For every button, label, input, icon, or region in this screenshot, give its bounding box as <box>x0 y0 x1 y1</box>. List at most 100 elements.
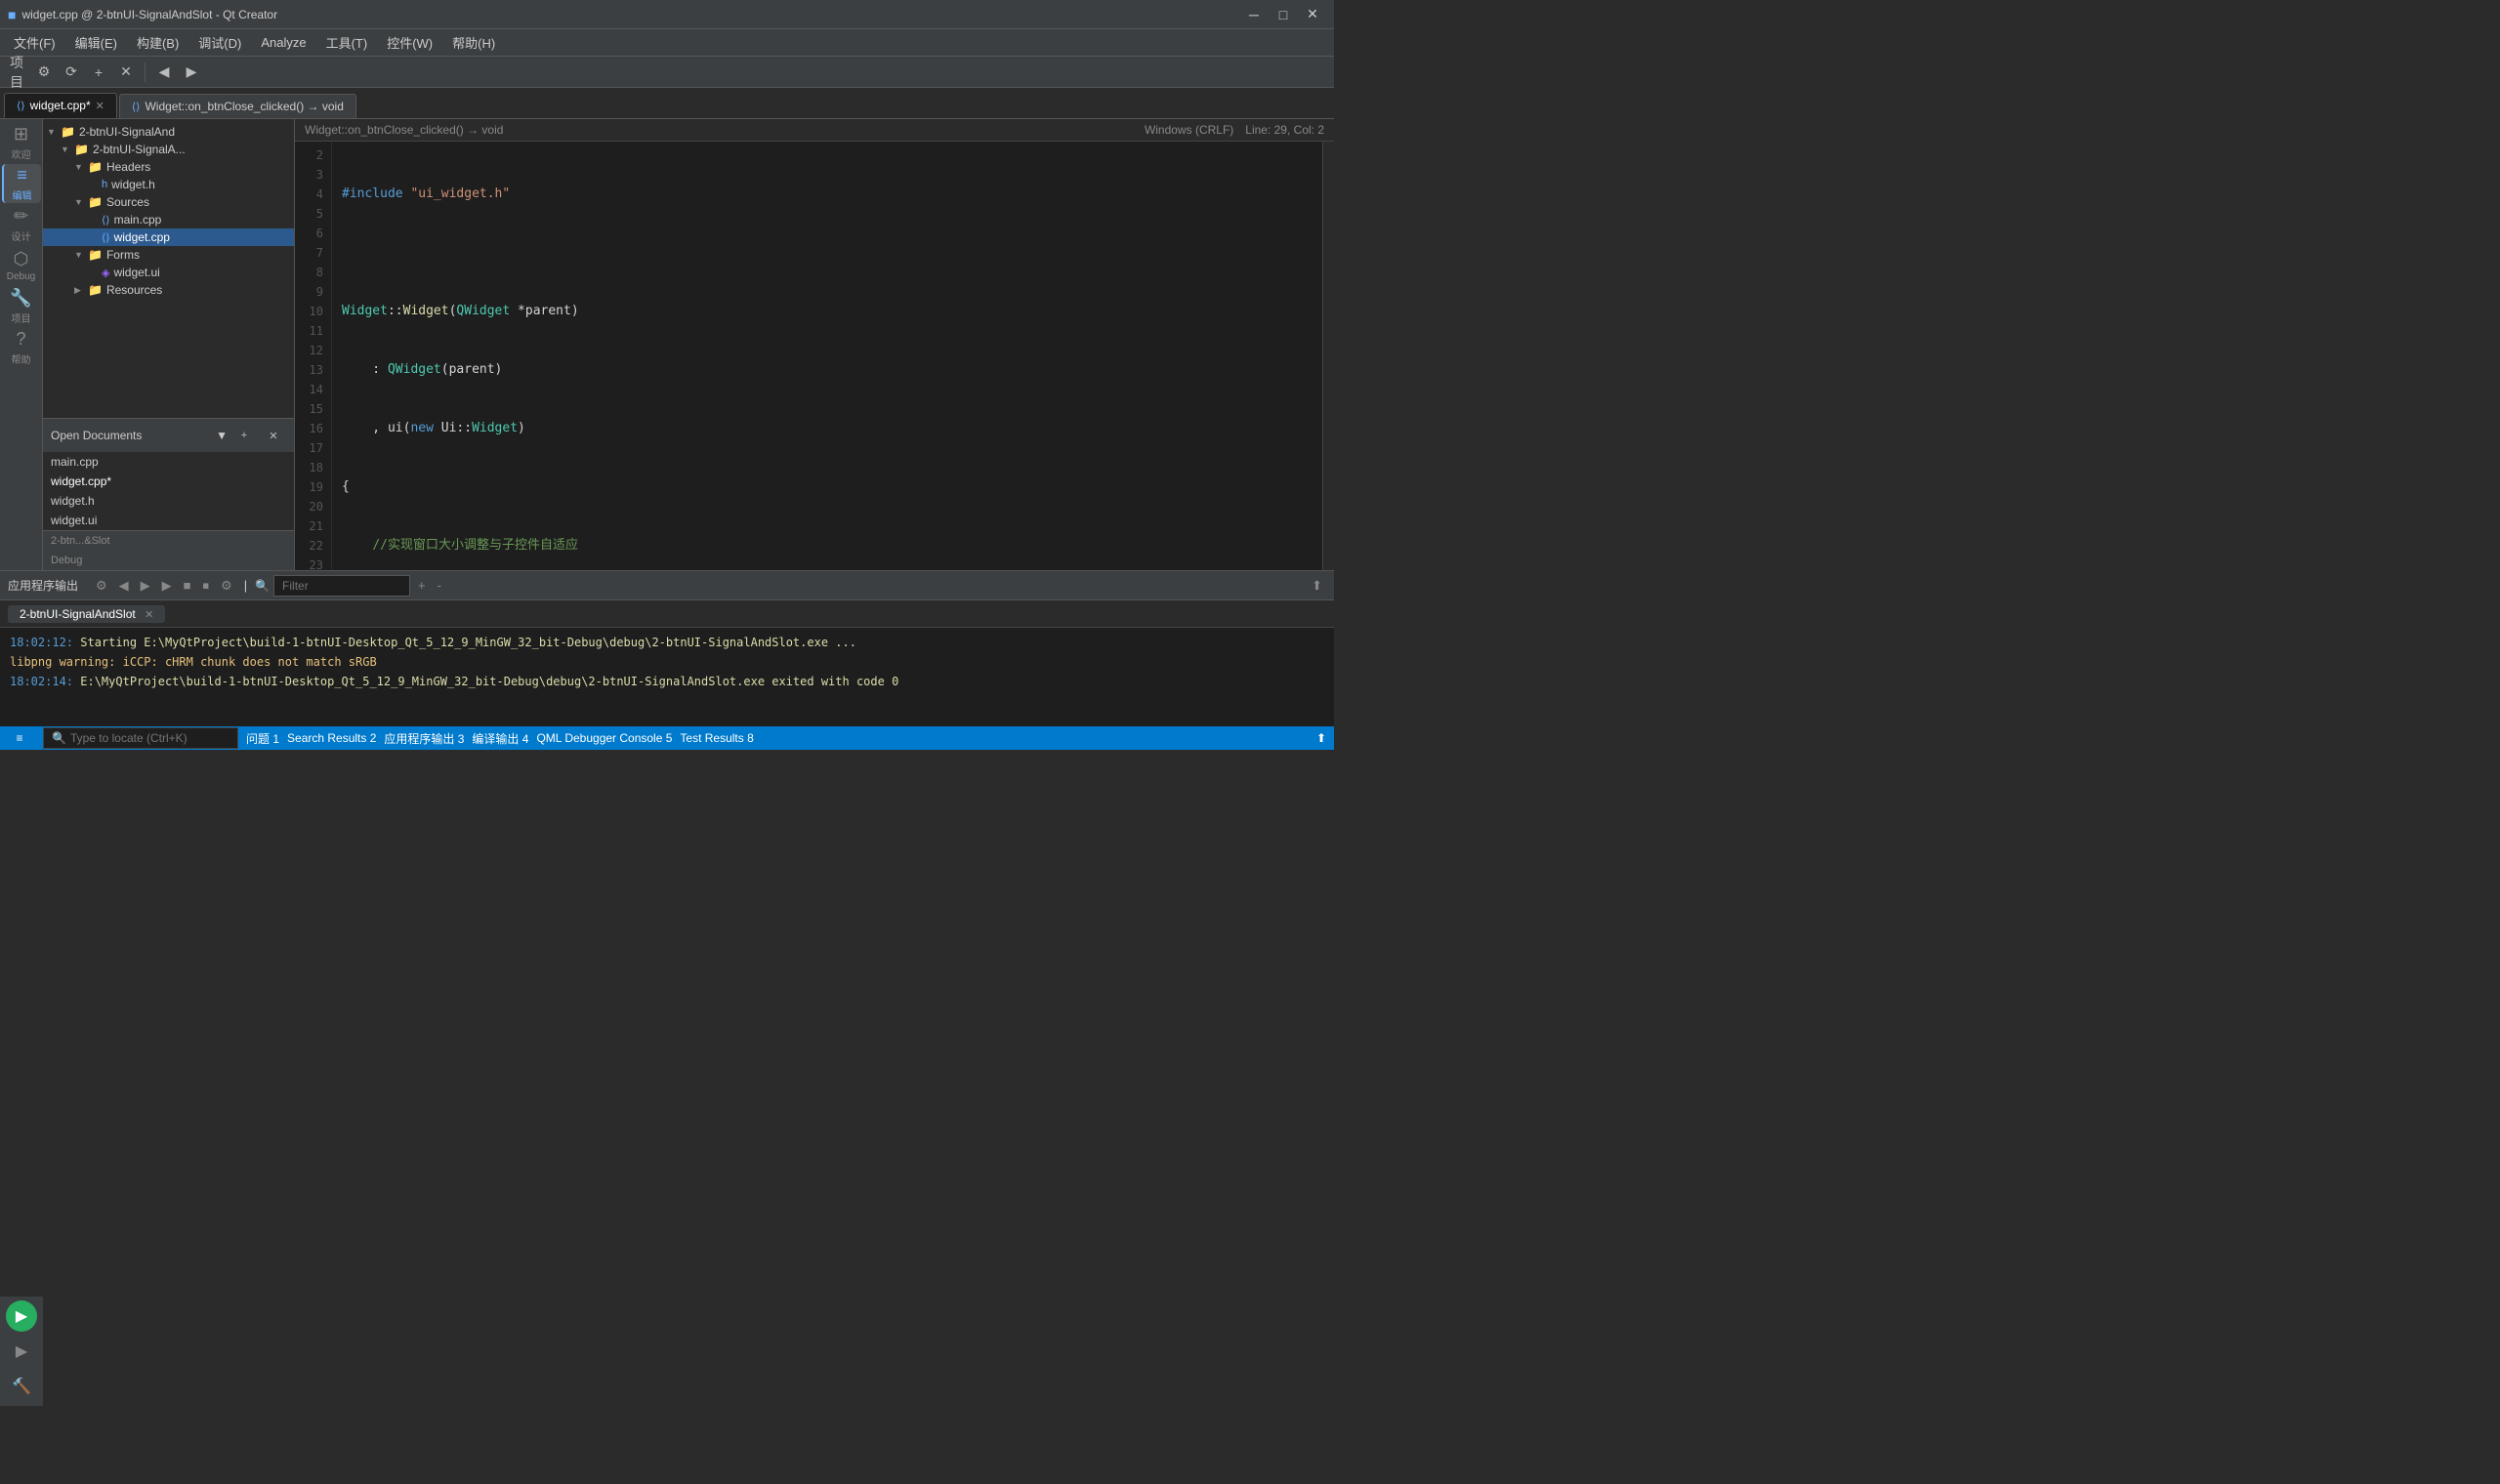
status-qml[interactable]: QML Debugger Console 5 <box>536 731 672 745</box>
ln-10: 10 <box>295 302 323 321</box>
add-btn[interactable]: + <box>86 60 111 85</box>
open-docs-close-btn[interactable]: ✕ <box>261 423 286 448</box>
forms-label: Forms <box>106 248 140 262</box>
editor-scrollbar[interactable] <box>1322 142 1334 570</box>
ln-9: 9 <box>295 282 323 302</box>
menu-debug[interactable]: 调试(D) <box>188 29 251 56</box>
debug-icon: ⬡ <box>14 249 29 269</box>
project-select[interactable]: 项目 <box>4 60 29 85</box>
doc-item-widget-cpp[interactable]: widget.cpp* <box>43 472 294 491</box>
code-content[interactable]: #include "ui_widget.h" Widget::Widget(QW… <box>332 142 1322 570</box>
tree-forms[interactable]: 📁 Forms <box>43 246 294 264</box>
filter-btn[interactable]: ⚙ <box>31 60 57 85</box>
tab-function-label: Widget::on_btnClose_clicked() → void <box>145 100 343 113</box>
prev-tab[interactable]: ◀ <box>151 60 177 85</box>
tree-project[interactable]: 📁 2-btnUI-SignalA... <box>43 141 294 158</box>
menu-help[interactable]: 帮助(H) <box>442 29 505 56</box>
menubar: 文件(F) 编辑(E) 构建(B) 调试(D) Analyze 工具(T) 控件… <box>0 29 1334 57</box>
output-panel-title: 应用程序输出 <box>8 577 78 594</box>
tab-widget-cpp-label: widget.cpp* <box>30 99 91 112</box>
tree-sources[interactable]: 📁 Sources <box>43 193 294 211</box>
tab-function-nav[interactable]: ⟨⟩ Widget::on_btnClose_clicked() → void <box>119 94 356 118</box>
sidebar-item-edit[interactable]: ≡ 编辑 <box>2 164 41 203</box>
root-label: 2-btnUI-SignalAnd <box>79 125 175 139</box>
status-output[interactable]: 应用程序输出 3 <box>384 730 464 747</box>
doc-main-cpp-label: main.cpp <box>51 455 99 469</box>
tree-resources[interactable]: 📁 Resources <box>43 281 294 299</box>
output-tabs: 2-btnUI-SignalAndSlot ✕ <box>0 600 1334 628</box>
doc-item-widget-h[interactable]: widget.h <box>43 491 294 511</box>
tab-widget-cpp[interactable]: ⟨⟩ widget.cpp* ✕ <box>4 93 117 118</box>
line-numbers: 2 3 4 5 6 7 8 9 10 11 12 13 14 15 16 17 <box>295 142 332 570</box>
tree-widget-h[interactable]: h widget.h <box>43 176 294 193</box>
next-tab[interactable]: ▶ <box>179 60 204 85</box>
menu-analyze[interactable]: Analyze <box>251 31 315 54</box>
output-zoom-in-btn[interactable]: + <box>414 576 430 595</box>
headers-label: Headers <box>106 160 150 174</box>
code-editor: Widget::on_btnClose_clicked() → void Win… <box>295 119 1334 570</box>
minimize-button[interactable]: ─ <box>1240 4 1268 25</box>
center-area: ⊞ 欢迎 ≡ 编辑 ✏ 设计 ⬡ Debug 🔧 项目 ? 帮助 <box>0 119 1334 570</box>
doc-item-main-cpp[interactable]: main.cpp <box>43 452 294 472</box>
menu-build[interactable]: 构建(B) <box>127 29 188 56</box>
ln-7: 7 <box>295 243 323 263</box>
menu-edit[interactable]: 编辑(E) <box>65 29 127 56</box>
window-title: widget.cpp @ 2-btnUI-SignalAndSlot - Qt … <box>21 8 1240 21</box>
menu-controls[interactable]: 控件(W) <box>377 29 442 56</box>
status-compile[interactable]: 编译输出 4 <box>472 730 528 747</box>
app-icon: ■ <box>8 7 16 22</box>
remove-btn[interactable]: ✕ <box>113 60 139 85</box>
code-line-8: //实现窗口大小调整与子控件自适应 <box>342 536 1312 556</box>
output-settings-btn[interactable]: ⚙ <box>92 576 111 596</box>
output-run-btn[interactable]: ▶ <box>158 576 176 596</box>
tab-widget-cpp-close[interactable]: ✕ <box>96 100 104 112</box>
debug-label: Debug <box>7 271 35 282</box>
tree-root[interactable]: 📁 2-btnUI-SignalAnd <box>43 123 294 141</box>
tree-headers[interactable]: 📁 Headers <box>43 158 294 176</box>
tab-cpp-icon: ⟨⟩ <box>17 100 25 112</box>
root-arrow <box>47 127 61 138</box>
output-next-btn[interactable]: ▶ <box>137 576 154 596</box>
search-input[interactable] <box>70 731 227 745</box>
output-config-btn[interactable]: ⚙ <box>217 576 236 596</box>
root-icon: 📁 <box>61 125 75 139</box>
output-tab-slot[interactable]: 2-btnUI-SignalAndSlot ✕ <box>8 605 165 623</box>
tree-widget-cpp[interactable]: ⟨⟩ widget.cpp <box>43 228 294 246</box>
ln-23: 23 <box>295 556 323 570</box>
filter-input[interactable] <box>273 575 410 597</box>
sidebar-item-project[interactable]: 🔧 项目 <box>2 287 41 326</box>
sync-btn[interactable]: ⟳ <box>59 60 84 85</box>
output-zoom-out-btn[interactable]: - <box>434 576 445 595</box>
sidebar-item-debug[interactable]: ⬡ Debug <box>2 246 41 285</box>
app: ■ widget.cpp @ 2-btnUI-SignalAndSlot - Q… <box>0 0 1334 750</box>
open-docs-title: Open Documents <box>51 429 142 442</box>
widget-ui-icon: ◈ <box>102 267 109 279</box>
output-stop2-btn[interactable]: ⏹ <box>199 576 214 596</box>
sidebar-item-welcome[interactable]: ⊞ 欢迎 <box>2 123 41 162</box>
status-problems[interactable]: 问题 1 <box>246 730 279 747</box>
output-line-2: libpng warning: iCCP: cHRM chunk does no… <box>10 653 1324 671</box>
filter-icon: 🔍 <box>255 579 270 593</box>
tree-widget-ui[interactable]: ◈ widget.ui <box>43 264 294 281</box>
output-expand-btn[interactable]: ⬆ <box>1308 576 1326 596</box>
menu-tools[interactable]: 工具(T) <box>316 29 378 56</box>
status-test[interactable]: Test Results 8 <box>680 731 753 745</box>
doc-item-widget-ui[interactable]: widget.ui <box>43 511 294 530</box>
sidebar-item-design[interactable]: ✏ 设计 <box>2 205 41 244</box>
maximize-button[interactable]: □ <box>1270 4 1297 25</box>
widget-h-label: widget.h <box>111 178 155 191</box>
output-prev-btn[interactable]: ◀ <box>115 576 133 596</box>
ln-17: 17 <box>295 438 323 458</box>
code-line-2: #include "ui_widget.h" <box>342 185 1312 204</box>
ln-2: 2 <box>295 145 323 165</box>
tree-main-cpp[interactable]: ⟨⟩ main.cpp <box>43 211 294 228</box>
output-stop-btn[interactable]: ■ <box>180 576 195 595</box>
sidebar-item-help[interactable]: ? 帮助 <box>2 328 41 367</box>
status-search[interactable]: Search Results 2 <box>287 731 376 745</box>
close-button[interactable]: ✕ <box>1299 4 1326 25</box>
resources-folder-icon: 📁 <box>88 283 103 297</box>
open-docs-add-btn[interactable]: + <box>231 423 257 448</box>
ln-8: 8 <box>295 263 323 282</box>
code-line-4: Widget::Widget(QWidget *parent) <box>342 302 1312 321</box>
output-tab-close[interactable]: ✕ <box>145 609 153 621</box>
